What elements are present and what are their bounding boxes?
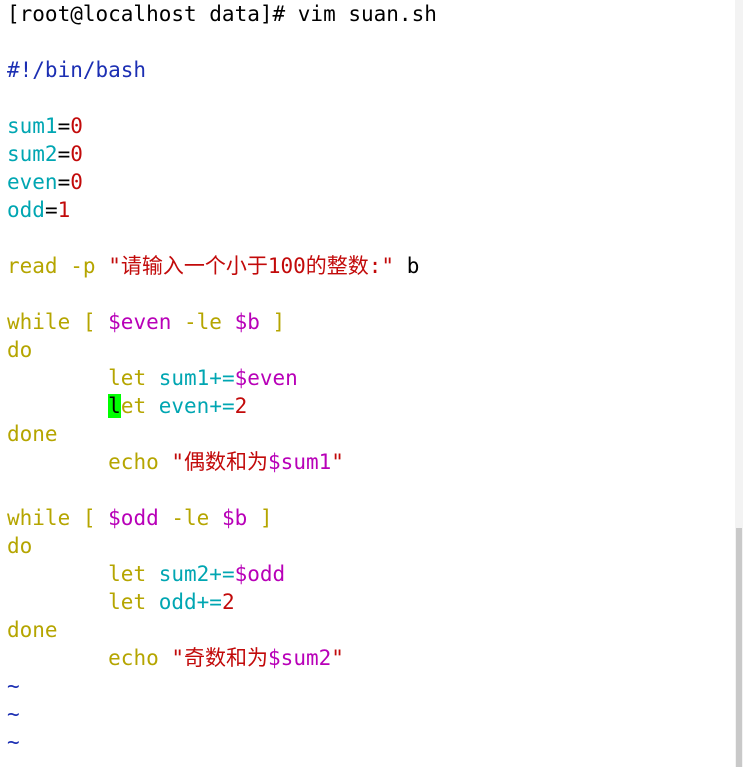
tilde-marker: ~ [7, 674, 20, 698]
var-value: 1 [57, 198, 71, 222]
echo-var: $sum1 [268, 450, 332, 474]
bracket-open: [ [70, 310, 109, 334]
read-prompt-string-end: 的整数:" [305, 254, 395, 278]
done-keyword: done [7, 422, 58, 446]
bracket-close: ] [247, 506, 273, 530]
do-keyword: do [7, 534, 33, 558]
tilde-marker: ~ [7, 702, 20, 726]
shell-prompt-line: [root@localhost data]# vim suan.sh [7, 0, 733, 28]
var-name: sum2 [7, 142, 58, 166]
read-target-var: b [394, 254, 420, 278]
empty-buffer-line: ~ [7, 672, 733, 700]
done-line-2: done [7, 616, 733, 644]
let-line-odd: let odd+=2 [7, 588, 733, 616]
loop-limit: $b [234, 310, 260, 334]
shebang: #!/bin/bash [7, 58, 147, 82]
do-line-2: do [7, 532, 733, 560]
empty-buffer-line: ~ [7, 728, 733, 756]
compare-op: -le [171, 310, 235, 334]
echo-keyword: echo [108, 450, 159, 474]
let-target: sum2+= [146, 562, 235, 586]
do-keyword: do [7, 338, 33, 362]
while-line-1: while [ $even -le $b ] [7, 308, 733, 336]
let-value: 2 [234, 394, 248, 418]
let-keyword: let [108, 366, 147, 390]
let-target: even+= [146, 394, 235, 418]
var-name: odd [7, 198, 45, 222]
loop-var: $odd [108, 506, 159, 530]
var-value: 0 [70, 142, 83, 166]
compare-op: -le [158, 506, 222, 530]
echo-string: "奇数和为 [158, 646, 269, 670]
terminal-window[interactable]: [root@localhost data]# vim suan.sh #!/bi… [0, 0, 743, 767]
read-option: -p [70, 254, 96, 278]
loop-limit: $b [221, 506, 248, 530]
var-line-even: even=0 [7, 168, 733, 196]
var-value: 0 [70, 114, 83, 138]
vertical-scrollbar[interactable] [735, 0, 743, 767]
echo-string-end: " [331, 646, 344, 670]
var-line-sum2: sum2=0 [7, 140, 733, 168]
scrollbar-thumb[interactable] [736, 528, 742, 767]
assign-op: = [57, 114, 71, 138]
let-line-sum1: let sum1+=$even [7, 364, 733, 392]
assign-op: = [44, 198, 58, 222]
while-keyword: while [7, 310, 71, 334]
let-keyword: et [120, 394, 147, 418]
shebang-line: #!/bin/bash [7, 56, 733, 84]
read-prompt-number: 100 [267, 254, 306, 278]
read-prompt-string: "请输入一个小于 [108, 254, 268, 278]
tilde-marker: ~ [7, 730, 20, 754]
shell-prompt: [root@localhost data]# vim suan.sh [7, 2, 437, 26]
done-keyword: done [7, 618, 58, 642]
echo-var: $sum2 [268, 646, 332, 670]
read-command: read [7, 254, 58, 278]
echo-keyword: echo [108, 646, 159, 670]
var-name: even [7, 170, 58, 194]
while-line-2: while [ $odd -le $b ] [7, 504, 733, 532]
let-target: sum1+= [146, 366, 235, 390]
let-value: 2 [221, 590, 235, 614]
let-line-sum2: let sum2+=$odd [7, 560, 733, 588]
read-line: read -p "请输入一个小于100的整数:" b [7, 252, 733, 280]
echo-line-2: echo "奇数和为$sum2" [7, 644, 733, 672]
while-keyword: while [7, 506, 71, 530]
empty-buffer-line: ~ [7, 700, 733, 728]
let-keyword: let [108, 562, 147, 586]
loop-var: $even [108, 310, 172, 334]
assign-op: = [57, 142, 71, 166]
var-name: sum1 [7, 114, 58, 138]
do-line-1: do [7, 336, 733, 364]
text-cursor[interactable]: l [108, 394, 121, 418]
bracket-open: [ [70, 506, 109, 530]
let-value: $odd [234, 562, 286, 586]
vim-buffer[interactable]: [root@localhost data]# vim suan.sh #!/bi… [7, 0, 733, 756]
assign-op: = [57, 170, 71, 194]
echo-string: "偶数和为 [158, 450, 269, 474]
let-keyword: let [108, 590, 147, 614]
let-line-even: let even+=2 [7, 392, 733, 420]
echo-line-1: echo "偶数和为$sum1" [7, 448, 733, 476]
bracket-close: ] [259, 310, 286, 334]
done-line-1: done [7, 420, 733, 448]
let-value: $even [234, 366, 298, 390]
var-line-odd: odd=1 [7, 196, 733, 224]
let-target: odd+= [146, 590, 222, 614]
var-line-sum1: sum1=0 [7, 112, 733, 140]
echo-string-end: " [331, 450, 344, 474]
var-value: 0 [70, 170, 83, 194]
